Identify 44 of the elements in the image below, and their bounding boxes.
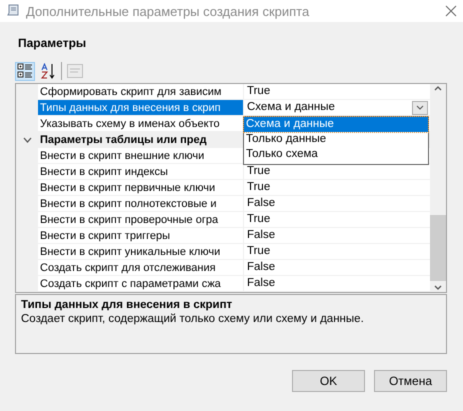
value-dropdown[interactable]: Схема и данные: [247, 100, 430, 115]
property-name[interactable]: Внести в скрипт уникальные ключи: [38, 244, 243, 260]
categorized-icon: [17, 63, 33, 79]
property-value[interactable]: True: [247, 164, 270, 179]
property-value[interactable]: True: [247, 244, 270, 259]
dropdown-option[interactable]: Схема и данные: [244, 117, 428, 132]
property-name[interactable]: Внести в скрипт индексы: [38, 164, 243, 180]
categorized-button[interactable]: [15, 62, 35, 80]
description-title: Типы данных для внесения в скрипт: [21, 299, 234, 311]
property-name[interactable]: Внести в скрипт первичные ключи: [38, 180, 243, 196]
property-value[interactable]: False: [247, 196, 276, 211]
dropdown-option[interactable]: Только данные: [244, 132, 428, 147]
row-gutter: [16, 276, 38, 292]
property-name[interactable]: Внести в скрипт внешние ключи: [38, 148, 243, 164]
property-value[interactable]: True: [247, 212, 270, 227]
property-name[interactable]: Внести в скрипт проверочные огра: [38, 212, 243, 228]
scroll-thumb[interactable]: [430, 215, 446, 281]
property-value[interactable]: True: [247, 84, 270, 99]
property-value[interactable]: False: [247, 228, 276, 243]
window-title: Дополнительные параметры создания скрипта: [26, 4, 310, 18]
property-value[interactable]: False: [247, 260, 276, 275]
ok-button[interactable]: OK: [292, 370, 365, 392]
section-title: Параметры: [18, 36, 88, 52]
property-value[interactable]: True: [247, 180, 270, 195]
sort-az-icon: [40, 63, 56, 79]
row-gutter: [16, 84, 38, 100]
property-name[interactable]: Создать скрипт с параметрами сжа: [38, 276, 243, 292]
description-text: Создает скрипт, содержащий только схему или схему и данные.: [21, 313, 365, 325]
category-label[interactable]: Параметры таблицы или пред: [38, 132, 243, 148]
property-value[interactable]: False: [247, 276, 276, 291]
property-name[interactable]: Сформировать скрипт для зависим: [38, 84, 243, 100]
chevron-down-icon[interactable]: [22, 137, 32, 143]
property-pages-icon: [67, 64, 83, 78]
chevron-down-icon: [416, 105, 424, 110]
property-name[interactable]: Создать скрипт для отслеживания: [38, 260, 243, 276]
scroll-down-icon[interactable]: [434, 285, 442, 290]
scroll-up-icon[interactable]: [434, 86, 442, 91]
property-name[interactable]: Внести в скрипт триггеры: [38, 228, 243, 244]
property-name[interactable]: Внести в скрипт полнотекстовые и: [38, 196, 243, 212]
close-icon[interactable]: [445, 5, 457, 17]
cancel-button[interactable]: Отмена: [374, 370, 447, 392]
scrollbar[interactable]: [430, 84, 446, 292]
property-name[interactable]: Типы данных для внесения в скрип: [38, 100, 243, 116]
property-name[interactable]: Указывать схему в именах объекто: [38, 116, 243, 132]
